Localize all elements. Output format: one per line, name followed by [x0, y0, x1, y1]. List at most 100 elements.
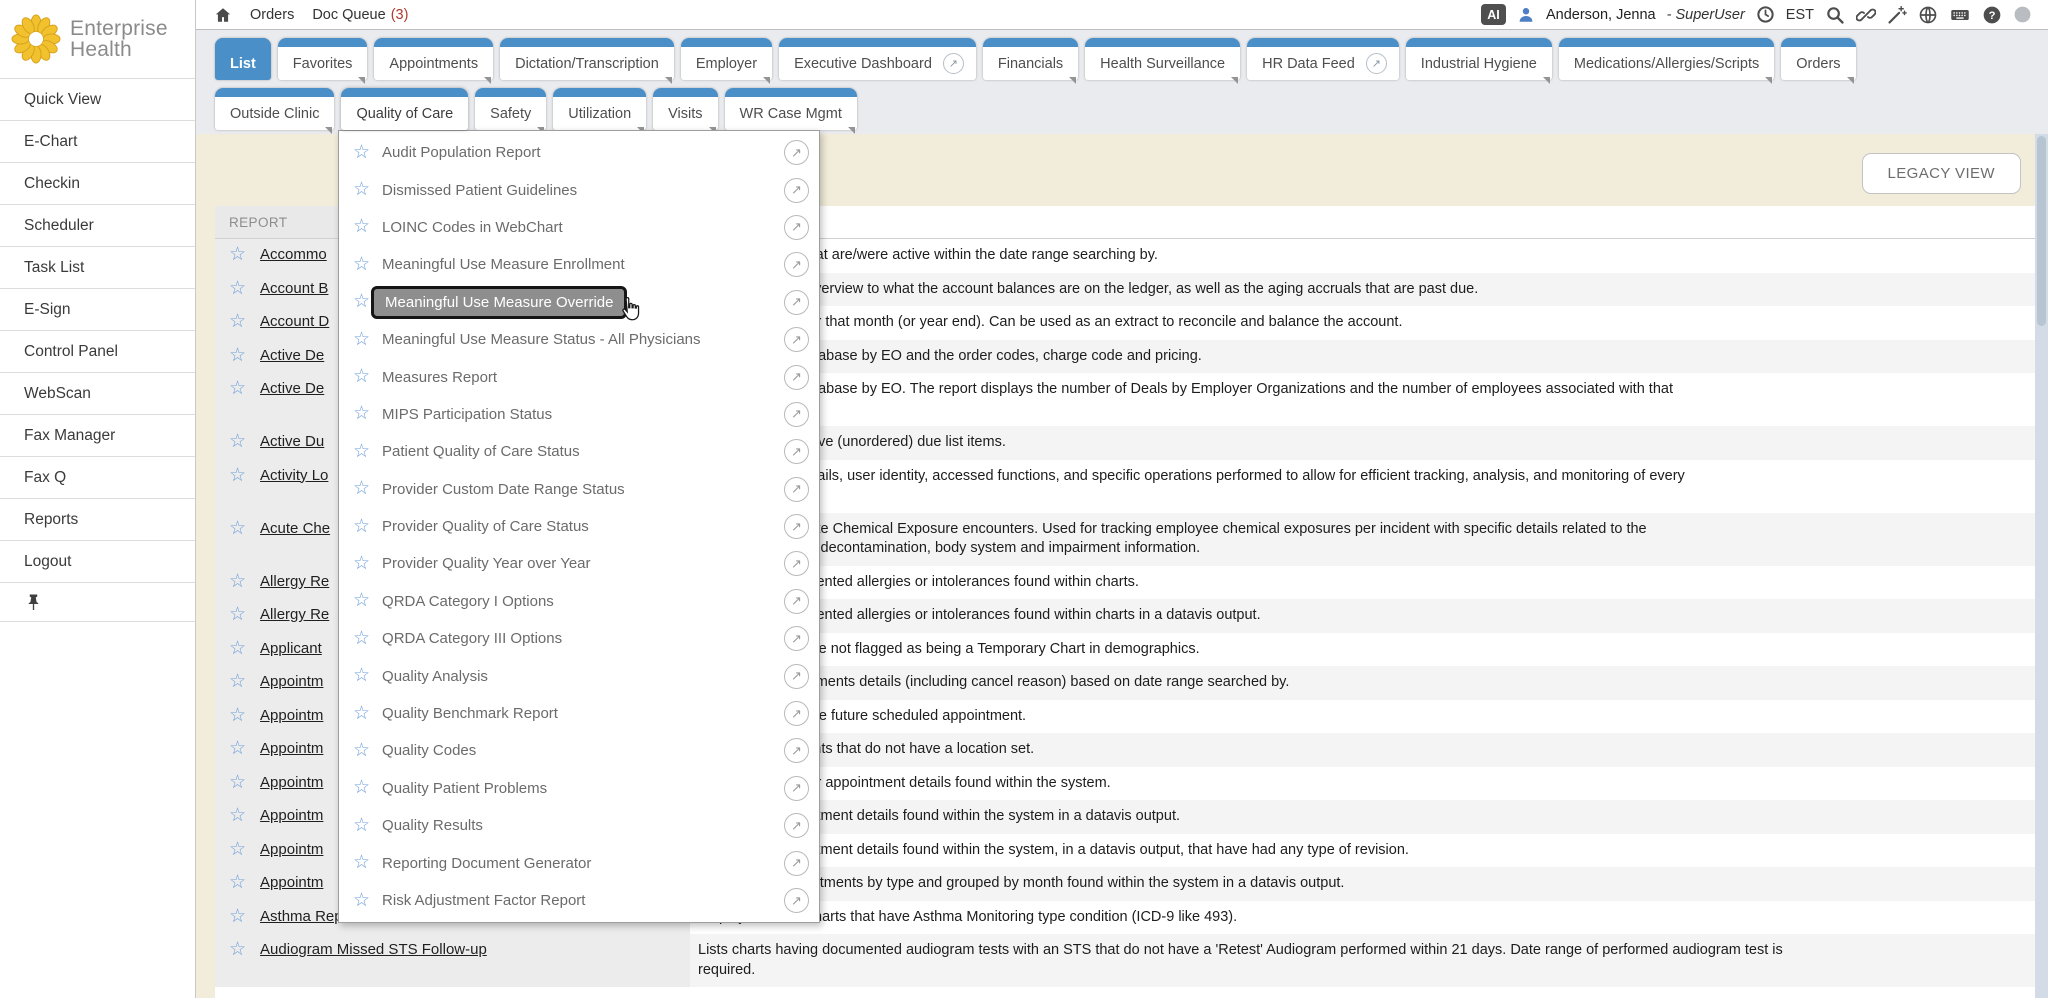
favorite-star-icon[interactable]: ☆: [229, 672, 246, 692]
favorite-star-icon[interactable]: ☆: [229, 466, 246, 486]
profile-circle-icon[interactable]: [2013, 5, 2032, 24]
menu-item[interactable]: ☆ Provider Quality Year over Year ↗: [339, 545, 819, 582]
tab[interactable]: Favorites ↗: [278, 38, 368, 80]
scrollbar-thumb[interactable]: [2037, 136, 2046, 326]
report-link[interactable]: Appointm: [260, 739, 323, 759]
sidebar-item[interactable]: Quick View: [0, 78, 195, 120]
user-name[interactable]: Anderson, Jenna: [1546, 7, 1656, 23]
link-icon[interactable]: [1856, 5, 1876, 25]
report-link[interactable]: Allergy Re: [260, 605, 329, 625]
sidebar-item[interactable]: Fax Manager: [0, 414, 195, 456]
report-link[interactable]: Appointm: [260, 873, 323, 893]
menu-item[interactable]: ☆ Patient Quality of Care Status ↗: [339, 433, 819, 470]
ai-badge[interactable]: AI: [1481, 4, 1506, 25]
favorite-star-icon[interactable]: ☆: [353, 704, 370, 724]
tab[interactable]: Medications/Allergies/Scripts ↗: [1559, 38, 1774, 80]
menu-item[interactable]: ☆ Provider Custom Date Range Status ↗: [339, 471, 819, 508]
favorite-star-icon[interactable]: ☆: [353, 517, 370, 537]
tab[interactable]: List ↗: [215, 38, 271, 80]
report-link[interactable]: Appointm: [260, 773, 323, 793]
favorite-star-icon[interactable]: ☆: [353, 143, 370, 163]
menu-item[interactable]: ☆ QRDA Category I Options ↗: [339, 583, 819, 620]
favorite-star-icon[interactable]: ☆: [229, 312, 246, 332]
favorite-star-icon[interactable]: ☆: [353, 442, 370, 462]
open-report-icon[interactable]: ↗: [784, 140, 809, 165]
menu-item[interactable]: ☆ MIPS Participation Status ↗: [339, 396, 819, 433]
breadcrumb-item[interactable]: Orders: [250, 7, 294, 23]
favorite-star-icon[interactable]: ☆: [229, 245, 246, 265]
favorite-star-icon[interactable]: ☆: [353, 292, 370, 312]
menu-item[interactable]: ☆ Reporting Document Generator ↗: [339, 844, 819, 881]
favorite-star-icon[interactable]: ☆: [353, 404, 370, 424]
favorite-star-icon[interactable]: ☆: [353, 666, 370, 686]
menu-item[interactable]: ☆ Meaningful Use Measure Status - All Ph…: [339, 321, 819, 358]
favorite-star-icon[interactable]: ☆: [353, 330, 370, 350]
clock-icon[interactable]: [1756, 5, 1775, 24]
open-report-icon[interactable]: ↗: [784, 252, 809, 277]
tab[interactable]: Dictation/Transcription ↗: [500, 38, 674, 80]
open-report-icon[interactable]: ↗: [784, 551, 809, 576]
favorite-star-icon[interactable]: ☆: [353, 479, 370, 499]
favorite-star-icon[interactable]: ☆: [353, 217, 370, 237]
tab[interactable]: Health Surveillance ↗: [1085, 38, 1240, 80]
globe-icon[interactable]: [1918, 5, 1938, 25]
sidebar-item[interactable]: Control Panel: [0, 330, 195, 372]
open-report-icon[interactable]: ↗: [784, 776, 809, 801]
sidebar-item[interactable]: E-Chart: [0, 120, 195, 162]
sidebar-item[interactable]: Reports: [0, 498, 195, 540]
tab[interactable]: Visits ↗: [653, 88, 717, 130]
report-link[interactable]: Account D: [260, 312, 329, 332]
open-report-icon[interactable]: ↗: [784, 701, 809, 726]
favorite-star-icon[interactable]: ☆: [353, 778, 370, 798]
open-report-icon[interactable]: ↗: [784, 402, 809, 427]
report-link[interactable]: Audiogram Missed STS Follow-up: [260, 940, 487, 960]
favorite-star-icon[interactable]: ☆: [353, 816, 370, 836]
open-report-icon[interactable]: ↗: [784, 738, 809, 763]
favorite-star-icon[interactable]: ☆: [353, 741, 370, 761]
menu-item[interactable]: ☆ Risk Adjustment Factor Report ↗: [339, 882, 819, 919]
report-link[interactable]: Account B: [260, 279, 328, 299]
tab[interactable]: Safety ↗: [475, 88, 546, 130]
search-icon[interactable]: [1825, 5, 1845, 25]
report-link[interactable]: Active De: [260, 379, 324, 399]
favorite-star-icon[interactable]: ☆: [229, 572, 246, 592]
favorite-star-icon[interactable]: ☆: [353, 853, 370, 873]
report-link[interactable]: Allergy Re: [260, 572, 329, 592]
menu-item[interactable]: ☆ Quality Benchmark Report ↗: [339, 695, 819, 732]
favorite-star-icon[interactable]: ☆: [353, 367, 370, 387]
tab[interactable]: Executive Dashboard ↗: [779, 38, 976, 80]
favorite-star-icon[interactable]: ☆: [229, 940, 246, 960]
favorite-star-icon[interactable]: ☆: [353, 180, 370, 200]
tab[interactable]: Industrial Hygiene ↗: [1406, 38, 1552, 80]
favorite-star-icon[interactable]: ☆: [229, 706, 246, 726]
tab[interactable]: WR Case Mgmt ↗: [725, 88, 857, 130]
open-report-icon[interactable]: ↗: [784, 365, 809, 390]
wand-icon[interactable]: [1887, 5, 1907, 25]
open-report-icon[interactable]: ↗: [784, 813, 809, 838]
open-report-icon[interactable]: ↗: [784, 178, 809, 203]
sidebar-item[interactable]: E-Sign: [0, 288, 195, 330]
menu-item[interactable]: ☆ QRDA Category III Options ↗: [339, 620, 819, 657]
sidebar-item[interactable]: Task List: [0, 246, 195, 288]
tab[interactable]: Utilization ↗: [553, 88, 646, 130]
report-link[interactable]: Appointm: [260, 806, 323, 826]
report-link[interactable]: Acute Che: [260, 519, 330, 539]
report-link[interactable]: Appointm: [260, 840, 323, 860]
menu-item[interactable]: ☆ Quality Analysis ↗: [339, 657, 819, 694]
legacy-view-button[interactable]: LEGACY VIEW: [1862, 153, 2022, 194]
open-report-icon[interactable]: ↗: [784, 215, 809, 240]
favorite-star-icon[interactable]: ☆: [353, 255, 370, 275]
favorite-star-icon[interactable]: ☆: [229, 639, 246, 659]
open-report-icon[interactable]: ↗: [784, 327, 809, 352]
sidebar-item[interactable]: Scheduler: [0, 204, 195, 246]
open-report-icon[interactable]: ↗: [784, 664, 809, 689]
open-report-icon[interactable]: ↗: [784, 589, 809, 614]
sidebar-item[interactable]: Logout: [0, 540, 195, 582]
report-link[interactable]: Accommo: [260, 245, 327, 265]
open-report-icon[interactable]: ↗: [784, 888, 809, 913]
favorite-star-icon[interactable]: ☆: [229, 773, 246, 793]
sidebar-pin-row[interactable]: [0, 582, 195, 622]
menu-item[interactable]: ☆ Dismissed Patient Guidelines ↗: [339, 171, 819, 208]
tab[interactable]: Appointments ↗: [374, 38, 493, 80]
favorite-star-icon[interactable]: ☆: [229, 605, 246, 625]
